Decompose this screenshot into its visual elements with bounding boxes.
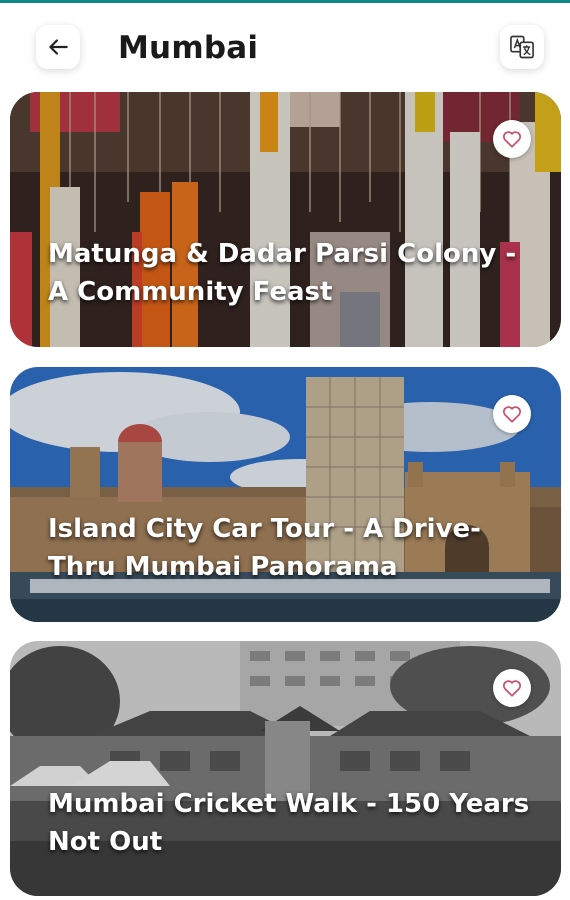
heart-outline-icon: [502, 680, 522, 697]
favorite-button[interactable]: [493, 669, 531, 707]
translate-button[interactable]: [500, 25, 544, 69]
tour-card[interactable]: Matunga & Dadar Parsi Colony - A Communi…: [10, 92, 561, 347]
heart-outline-icon: [502, 131, 522, 148]
heart-outline-icon: [502, 406, 522, 423]
page-title: Mumbai: [118, 30, 259, 66]
tour-title: Mumbai Cricket Walk - 150 Years Not Out: [48, 789, 530, 857]
header: Mumbai: [0, 3, 570, 88]
tour-title: Island City Car Tour - A Drive-Thru Mumb…: [48, 514, 481, 582]
tour-card[interactable]: Mumbai Cricket Walk - 150 Years Not Out: [10, 641, 561, 896]
translate-icon: [510, 35, 534, 59]
back-button[interactable]: [36, 25, 80, 69]
arrow-left-icon: [49, 39, 68, 55]
tour-title: Matunga & Dadar Parsi Colony - A Communi…: [48, 239, 517, 307]
favorite-button[interactable]: [493, 120, 531, 158]
tour-card[interactable]: Island City Car Tour - A Drive-Thru Mumb…: [10, 367, 561, 622]
favorite-button[interactable]: [493, 395, 531, 433]
